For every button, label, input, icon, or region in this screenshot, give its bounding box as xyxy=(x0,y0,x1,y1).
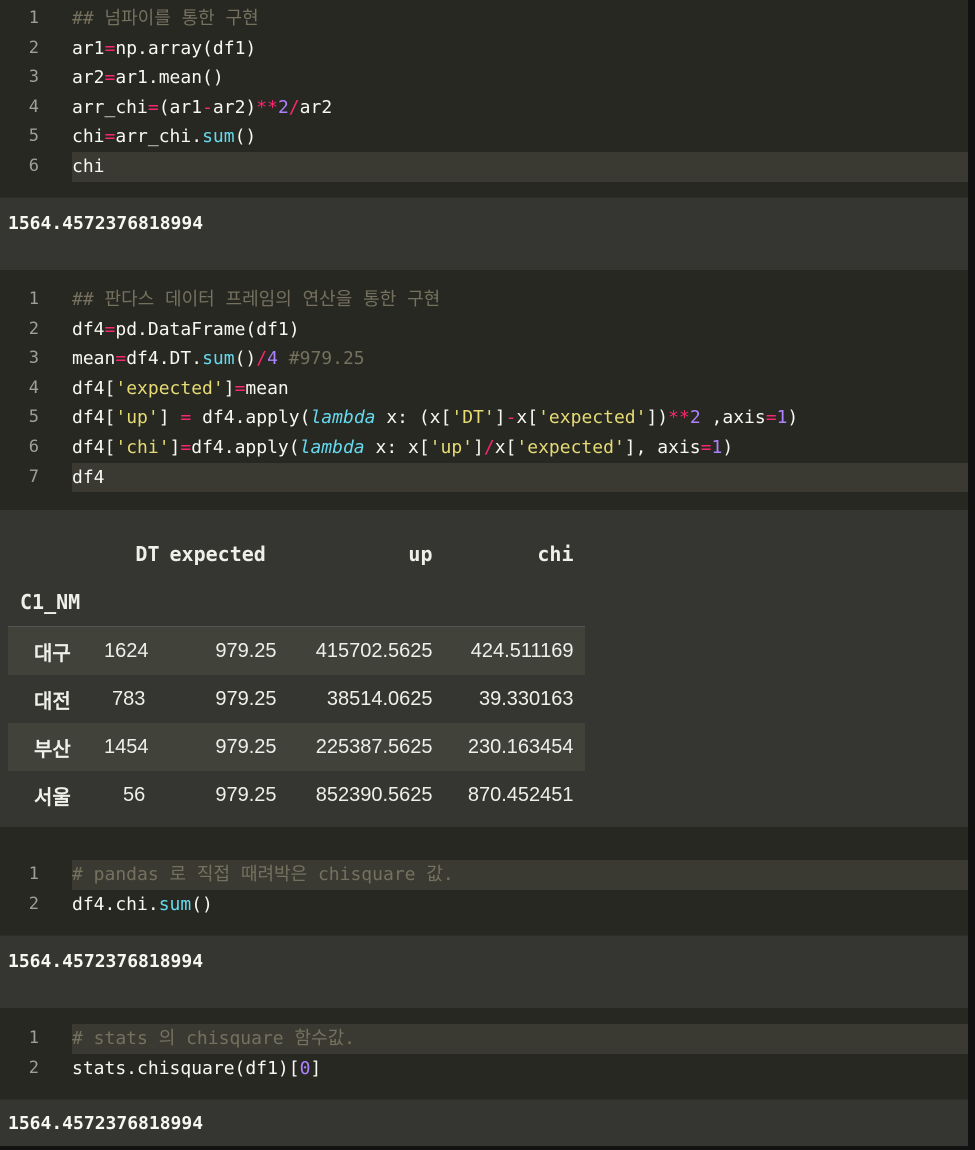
line-number: 5 xyxy=(28,126,39,147)
code-cell-2[interactable]: 1 ## 판다스 데이터 프레임의 연산을 통한 구현 2 df4=pd.DataF… xyxy=(0,281,968,492)
cell-up: 415702.5625 xyxy=(315,639,433,662)
code-line: 6 df4['chi']=df4.apply(lambda x: x['up']/… xyxy=(0,433,968,463)
window-edge xyxy=(968,0,975,1150)
row-index: 부산 xyxy=(34,738,71,761)
line-number: 2 xyxy=(28,318,39,339)
line-number: 1 xyxy=(28,289,39,309)
index-name-row: C1_NM xyxy=(8,578,585,627)
row-index: 대전 xyxy=(34,690,71,713)
output-area-4: 1564.4572376818994 xyxy=(0,1099,968,1147)
code-editor[interactable]: 1 ## 넘파이를 통한 구현 2 ar1=np.array(df1) 3 ar2=a… xyxy=(0,0,968,182)
table-row: 대전 783 979.25 38514.0625 39.330163 xyxy=(8,675,585,723)
dataframe-output: DT expected up chi C1_NM 대구 1624 979.25 … xyxy=(0,510,968,827)
code-line-active: 7 df4 xyxy=(0,462,968,493)
cell-expected: 979.25 xyxy=(215,639,277,662)
cell-up: 852390.5625 xyxy=(315,783,433,806)
line-number: 4 xyxy=(28,96,39,117)
output-text: 1564.4572376818994 xyxy=(8,1113,204,1134)
code-editor[interactable]: 1 # pandas 로 직접 때려박은 chisquare 값. 2 df4.ch… xyxy=(0,856,968,919)
line-number: 7 xyxy=(28,466,39,487)
line-number: 4 xyxy=(28,377,39,398)
dataframe-table: DT expected up chi C1_NM 대구 1624 979.25 … xyxy=(8,530,585,819)
line-number: 2 xyxy=(28,893,39,914)
code-line: 2 df4=pd.DataFrame(df1) xyxy=(0,315,968,345)
code-cell-3[interactable]: 1 # pandas 로 직접 때려박은 chisquare 값. 2 df4.ch… xyxy=(0,856,968,919)
code-line: 5 df4['up'] = df4.apply(lambda x: (x['DT'… xyxy=(0,403,968,433)
column-header: up xyxy=(408,542,433,566)
line-number: 1 xyxy=(28,1028,39,1048)
window-edge xyxy=(0,1146,975,1150)
cell-expected: 979.25 xyxy=(215,783,277,806)
code-line-active: 6 chi xyxy=(0,151,968,182)
comment: ## 넘파이를 통한 구현 xyxy=(72,8,259,29)
column-header: DT xyxy=(135,542,160,566)
code-cell-4[interactable]: 1 # stats 의 chisquare 함수값. 2 stats.chisqua… xyxy=(0,1020,968,1083)
cell-expected: 979.25 xyxy=(215,687,277,710)
row-index: 대구 xyxy=(34,642,71,665)
line-number: 3 xyxy=(28,348,39,369)
table-row: 부산 1454 979.25 225387.5625 230.163454 xyxy=(8,723,585,771)
cell-DT: 1624 xyxy=(104,639,149,662)
code-line-active: 1 # stats 의 chisquare 함수값. xyxy=(0,1024,968,1054)
code-line: 1 ## 판다스 데이터 프레임의 연산을 통한 구현 xyxy=(0,285,968,315)
code-line: 2 stats.chisquare(df1)[0] xyxy=(0,1054,968,1084)
line-number: 2 xyxy=(28,1057,39,1078)
notebook: 1 ## 넘파이를 통한 구현 2 ar1=np.array(df1) 3 ar2=a… xyxy=(0,0,968,1147)
line-number: 2 xyxy=(28,37,39,58)
column-header: chi xyxy=(537,542,574,566)
line-number: 5 xyxy=(28,407,39,428)
code-cell-1[interactable]: 1 ## 넘파이를 통한 구현 2 ar1=np.array(df1) 3 ar2=a… xyxy=(0,0,968,182)
cell-chi: 39.330163 xyxy=(478,687,574,710)
output-text: 1564.4572376818994 xyxy=(8,213,204,234)
code-line: 3 mean=df4.DT.sum()/4 #979.25 xyxy=(0,344,968,374)
index-name: C1_NM xyxy=(8,578,88,627)
cell-DT: 56 xyxy=(123,783,146,806)
cell-up: 38514.0625 xyxy=(326,687,433,710)
code-line: 5 chi=arr_chi.sum() xyxy=(0,122,968,152)
cell-DT: 1454 xyxy=(104,735,149,758)
code-editor[interactable]: 1 ## 판다스 데이터 프레임의 연산을 통한 구현 2 df4=pd.DataF… xyxy=(0,281,968,492)
code-line: 2 ar1=np.array(df1) xyxy=(0,34,968,64)
comment: # pandas 로 직접 때려박은 chisquare 값. xyxy=(72,864,454,885)
cell-expected: 979.25 xyxy=(215,735,277,758)
cell-up: 225387.5625 xyxy=(315,735,433,758)
line-number: 1 xyxy=(28,8,39,28)
table-row: 서울 56 979.25 852390.5625 870.452451 xyxy=(8,771,585,819)
code-line: 2 df4.chi.sum() xyxy=(0,890,968,920)
output-area-3: 1564.4572376818994 xyxy=(0,935,968,1008)
cell-chi: 870.452451 xyxy=(467,783,574,806)
column-header-row: DT expected up chi xyxy=(8,530,585,578)
output-area-1: 1564.4572376818994 xyxy=(0,197,968,270)
comment: # stats 의 chisquare 함수값. xyxy=(72,1028,355,1049)
line-number: 6 xyxy=(28,436,39,457)
code-line: 3 ar2=ar1.mean() xyxy=(0,63,968,93)
code-editor[interactable]: 1 # stats 의 chisquare 함수값. 2 stats.chisqua… xyxy=(0,1020,968,1083)
table-row: 대구 1624 979.25 415702.5625 424.511169 xyxy=(8,626,585,675)
code-line: 4 df4['expected']=mean xyxy=(0,374,968,404)
empty-header xyxy=(8,530,88,578)
cell-DT: 783 xyxy=(112,687,146,710)
output-text: 1564.4572376818994 xyxy=(8,951,204,972)
comment: ## 판다스 데이터 프레임의 연산을 통한 구현 xyxy=(72,289,441,310)
column-header: expected xyxy=(169,542,266,566)
row-index: 서울 xyxy=(34,786,71,809)
cell-chi: 230.163454 xyxy=(467,735,574,758)
line-number: 6 xyxy=(28,155,39,176)
code-line: 4 arr_chi=(ar1-ar2)**2/ar2 xyxy=(0,93,968,123)
code-line: 1 ## 넘파이를 통한 구현 xyxy=(0,4,968,34)
cell-chi: 424.511169 xyxy=(470,639,574,662)
line-number: 3 xyxy=(28,67,39,88)
code-line-active: 1 # pandas 로 직접 때려박은 chisquare 값. xyxy=(0,860,968,890)
line-number: 1 xyxy=(28,864,39,884)
